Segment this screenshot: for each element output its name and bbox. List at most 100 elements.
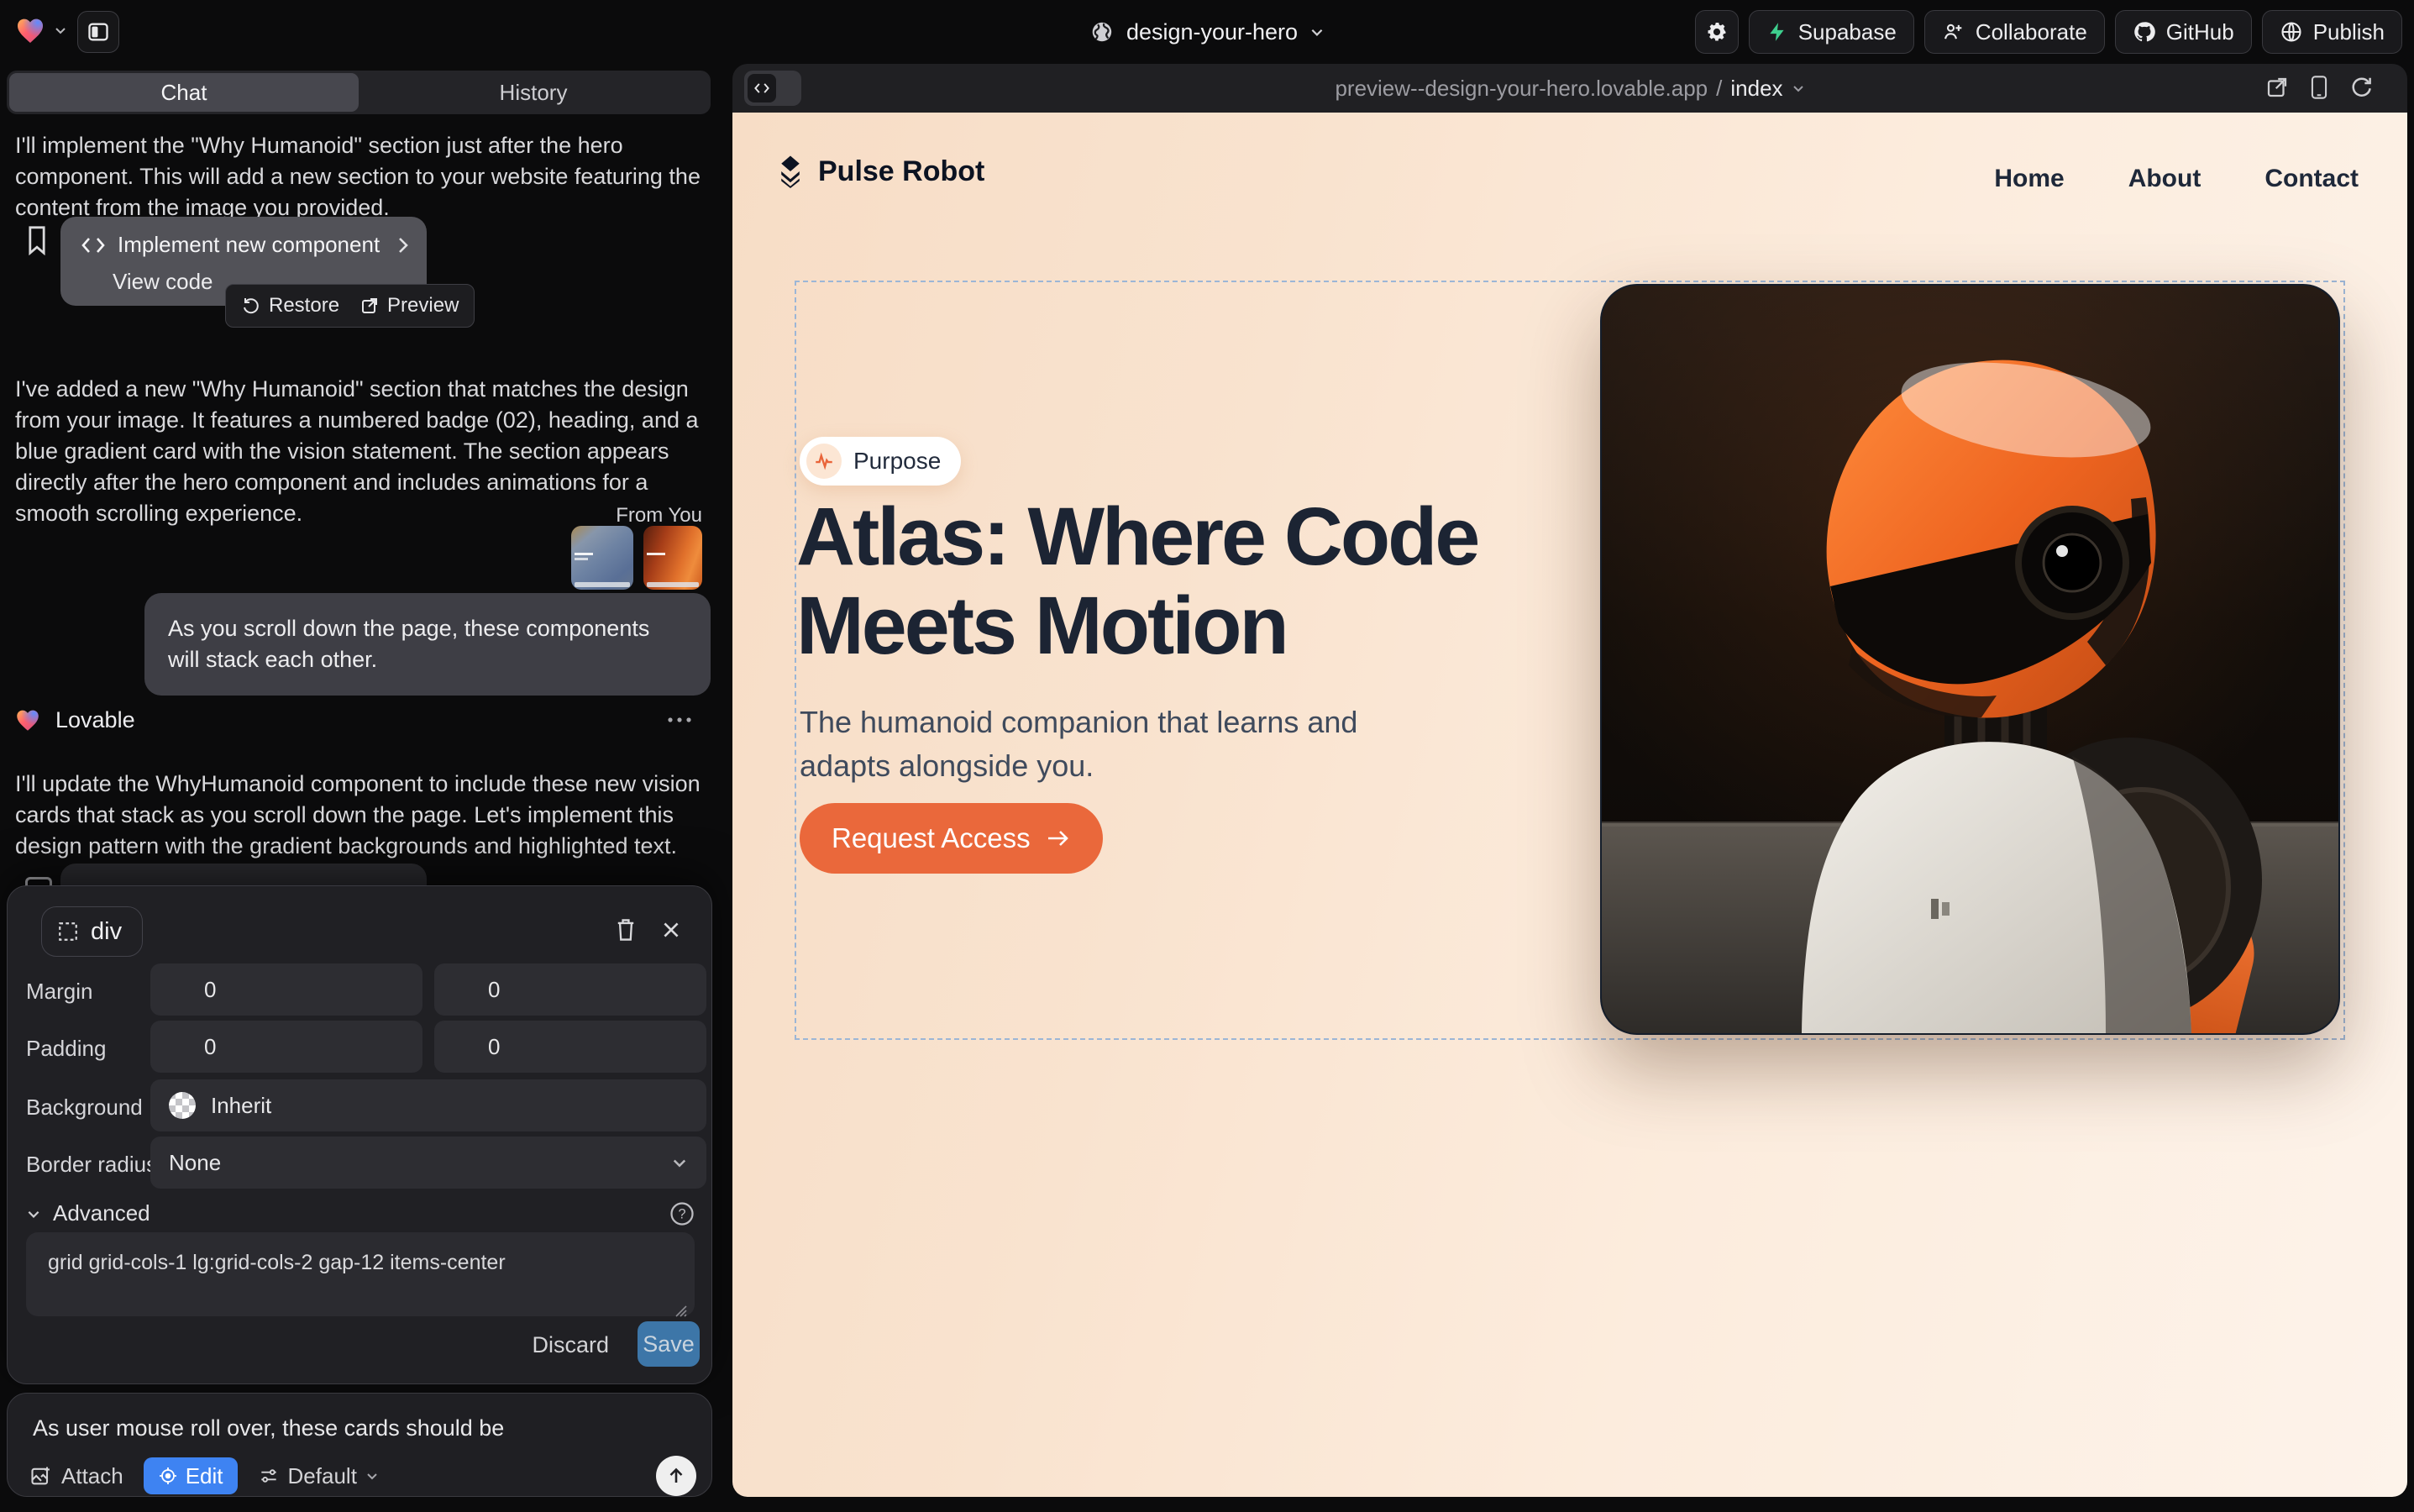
- svg-text:?: ?: [678, 1206, 685, 1221]
- mode-label: Default: [288, 1463, 357, 1489]
- chat-input[interactable]: As user mouse roll over, these cards sho…: [33, 1415, 504, 1441]
- layers-icon: [774, 155, 806, 188]
- version-hover-actions: Restore Preview: [225, 284, 475, 328]
- collaborate-button[interactable]: Collaborate: [1924, 10, 2105, 54]
- target-icon: [158, 1466, 178, 1486]
- delete-element-button[interactable]: [609, 913, 643, 947]
- close-inspector-button[interactable]: [654, 913, 688, 947]
- padding-x-input[interactable]: [150, 1021, 422, 1073]
- collaborate-label: Collaborate: [1976, 19, 2087, 45]
- preview-label: Preview: [387, 294, 459, 318]
- more-options-icon[interactable]: [667, 717, 692, 723]
- assistant-name: Lovable: [55, 707, 135, 733]
- resize-handle-icon[interactable]: [673, 1303, 688, 1318]
- background-field[interactable]: Inherit: [150, 1079, 706, 1131]
- preview-button[interactable]: Preview: [359, 294, 459, 318]
- supabase-button[interactable]: Supabase: [1749, 10, 1914, 54]
- advanced-label: Advanced: [53, 1200, 150, 1226]
- site-canvas: Pulse Robot Home About Contact Purpose A…: [732, 113, 2407, 1497]
- lovable-heart-icon: [13, 706, 42, 734]
- nav-link-home[interactable]: Home: [1994, 165, 2064, 193]
- hero-robot-image: [1600, 284, 2340, 1035]
- settings-button[interactable]: [1695, 10, 1739, 54]
- lovable-app-window: design-your-hero Supabase Col: [0, 0, 2414, 1512]
- margin-y-input[interactable]: [434, 963, 706, 1016]
- margin-x-input[interactable]: [150, 963, 422, 1016]
- site-brand-name: Pulse Robot: [818, 155, 984, 188]
- preview-toolbar-icons: [2264, 75, 2374, 100]
- publish-button[interactable]: Publish: [2262, 10, 2402, 54]
- restore-icon: [241, 296, 261, 316]
- tailwind-classes-textarea[interactable]: grid grid-cols-1 lg:grid-cols-2 gap-12 i…: [26, 1232, 695, 1316]
- from-you-label: From You: [616, 504, 702, 528]
- restore-button[interactable]: Restore: [241, 294, 339, 318]
- trash-icon: [614, 917, 638, 942]
- chevron-down-icon: [365, 1469, 379, 1483]
- preview-url-bar[interactable]: preview--design-your-hero.lovable.app / …: [732, 64, 2407, 113]
- composer-actions: Attach Edit Default: [29, 1457, 379, 1494]
- preview-url-host: preview--design-your-hero.lovable.app: [1335, 76, 1708, 102]
- request-access-button[interactable]: Request Access: [800, 803, 1103, 874]
- top-bar-actions: Supabase Collaborate GitHub Publish: [1695, 10, 2402, 54]
- advanced-section-toggle[interactable]: Advanced ?: [26, 1200, 695, 1226]
- site-logo[interactable]: Pulse Robot: [774, 155, 984, 188]
- attachment-thumbnail-blue[interactable]: [571, 526, 633, 590]
- attachment-thumbnail-orange[interactable]: [643, 526, 702, 590]
- hero-heading: Atlas: Where Code Meets Motion: [796, 492, 1527, 670]
- restore-label: Restore: [269, 294, 339, 318]
- pulse-icon: [806, 444, 842, 479]
- send-button[interactable]: [656, 1456, 696, 1496]
- view-code-link[interactable]: View code: [113, 269, 213, 295]
- publish-globe-icon: [2280, 20, 2303, 44]
- chat-history-tabs: Chat History: [7, 71, 711, 114]
- help-icon[interactable]: ?: [669, 1201, 695, 1226]
- site-nav: Home About Contact: [1994, 165, 2359, 193]
- code-icon: [81, 236, 106, 255]
- padding-y-input[interactable]: [434, 1021, 706, 1073]
- padding-label: Padding: [26, 1036, 106, 1062]
- purpose-badge: Purpose: [800, 437, 961, 486]
- nav-link-contact[interactable]: Contact: [2264, 165, 2359, 193]
- mobile-view-button[interactable]: [2308, 75, 2330, 100]
- github-label: GitHub: [2166, 19, 2234, 45]
- tab-chat[interactable]: Chat: [9, 73, 359, 112]
- model-mode-select[interactable]: Default: [258, 1463, 379, 1489]
- discard-button[interactable]: Discard: [527, 1331, 614, 1359]
- border-radius-select[interactable]: None: [150, 1137, 706, 1189]
- chevron-down-icon: [671, 1154, 688, 1171]
- github-button[interactable]: GitHub: [2115, 10, 2252, 54]
- github-icon: [2133, 20, 2156, 44]
- margin-label: Margin: [26, 979, 92, 1005]
- open-external-button[interactable]: [2264, 75, 2290, 100]
- chat-composer[interactable]: As user mouse roll over, these cards sho…: [7, 1393, 712, 1497]
- edit-mode-button[interactable]: Edit: [144, 1457, 238, 1494]
- supabase-label: Supabase: [1798, 19, 1897, 45]
- close-icon: [660, 919, 682, 941]
- chat-panel: Chat History I'll implement the "Why Hum…: [7, 0, 712, 1512]
- attach-button[interactable]: Attach: [29, 1463, 123, 1489]
- selected-element-chip[interactable]: div: [41, 906, 143, 957]
- refresh-button[interactable]: [2348, 75, 2374, 100]
- edit-label: Edit: [186, 1463, 223, 1489]
- request-access-label: Request Access: [832, 822, 1031, 854]
- element-tag: div: [91, 918, 122, 946]
- chevron-down-icon: [1309, 24, 1325, 39]
- nav-link-about[interactable]: About: [2128, 165, 2201, 193]
- bookmark-icon[interactable]: [25, 225, 49, 255]
- project-switcher[interactable]: design-your-hero: [1089, 0, 1325, 64]
- assistant-header: Lovable: [13, 706, 704, 734]
- save-button[interactable]: Save: [638, 1321, 700, 1367]
- publish-label: Publish: [2313, 19, 2385, 45]
- assistant-message: I'll update the WhyHumanoid component to…: [15, 769, 702, 862]
- user-message-bubble: As you scroll down the page, these compo…: [144, 593, 711, 696]
- assistant-message: I'll implement the "Why Humanoid" sectio…: [15, 130, 702, 223]
- chevron-down-icon: [26, 1206, 41, 1221]
- preview-url-page: index: [1730, 76, 1782, 102]
- border-radius-value: None: [169, 1150, 221, 1176]
- tab-history[interactable]: History: [359, 73, 708, 112]
- hero-description: The humanoid companion that learns and a…: [800, 701, 1388, 788]
- arrow-right-icon: [1046, 827, 1071, 849]
- transparent-swatch-icon: [169, 1092, 196, 1119]
- element-inspector-panel: div Margin Padding: [7, 885, 712, 1384]
- attach-image-icon: [29, 1464, 53, 1488]
